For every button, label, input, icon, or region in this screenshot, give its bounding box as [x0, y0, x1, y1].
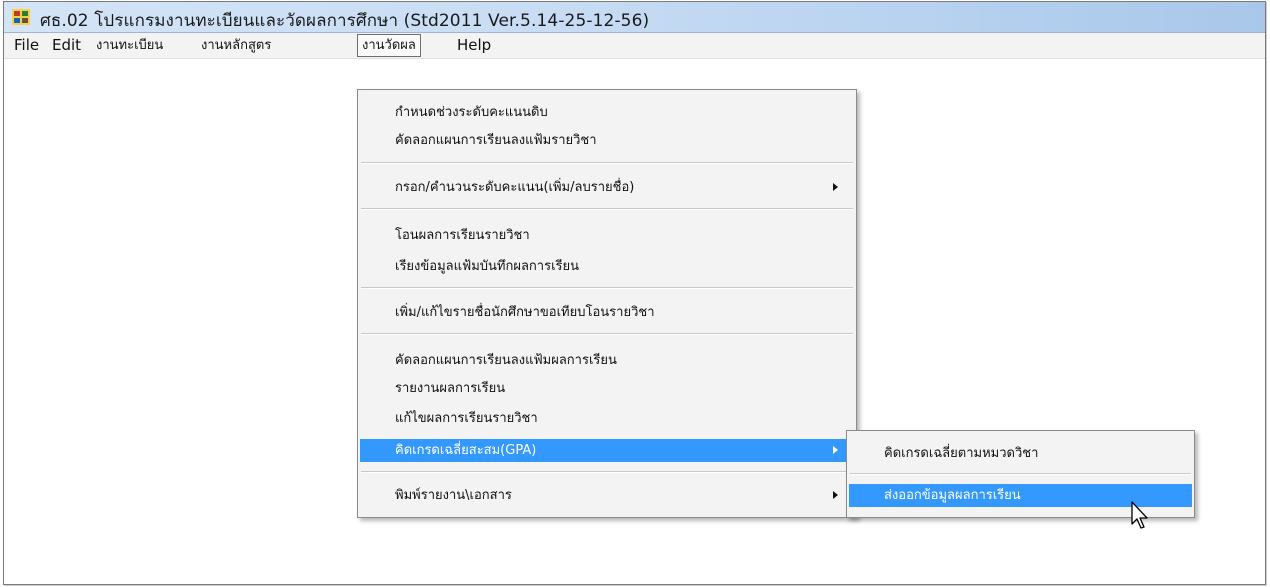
menu-separator [361, 333, 853, 335]
menu-item-transfer-results[interactable]: โอนผลการเรียนรายวิชา [360, 224, 854, 247]
menu-item-label: รายงานผลการเรียน [395, 381, 506, 396]
menu-item-copy-plan-to-subject-file[interactable]: คัดลอกแผนการเรียนลงแฟ้มรายวิชา [360, 129, 854, 152]
submenu-arrow-icon [833, 446, 838, 454]
menu-separator [361, 287, 853, 289]
menu-registration[interactable]: งานทะเบียน [92, 35, 167, 56]
menu-edit[interactable]: Edit [48, 35, 85, 56]
menu-bar: File Edit งานทะเบียน งานหลักสูตร งานวัดผ… [4, 33, 1265, 59]
menu-item-label: เพิ่ม/แก้ไขรายชื่อนักศึกษาขอเทียบโอนรายว… [395, 305, 655, 320]
menu-item-set-raw-score-range[interactable]: กำหนดช่วงระดับคะแนนดิบ [360, 101, 854, 124]
submenu-arrow-icon [833, 491, 838, 499]
menu-separator [361, 471, 853, 473]
menu-help[interactable]: Help [453, 35, 495, 56]
mouse-pointer-icon [1131, 501, 1148, 529]
menu-measurement[interactable]: งานวัดผล [357, 34, 421, 57]
menu-item-label: แก้ไขผลการเรียนรายวิชา [395, 411, 538, 426]
menu-item-print-reports-documents[interactable]: พิมพ์รายงาน\เอกสาร [360, 484, 854, 507]
menu-item-label: โอนผลการเรียนรายวิชา [395, 228, 530, 243]
menu-separator [850, 473, 1191, 475]
menu-item-label: กรอก/คำนวนระดับคะแนน(เพิ่ม/ลบรายชื่อ) [395, 180, 635, 195]
menu-item-label: ส่งออกข้อมูลผลการเรียน [884, 488, 1021, 503]
menu-item-label: คิดเกรดเฉลี่ยสะสม(GPA) [395, 443, 537, 458]
menu-item-edit-subject-results[interactable]: แก้ไขผลการเรียนรายวิชา [360, 407, 854, 430]
menu-item-label: กำหนดช่วงระดับคะแนนดิบ [395, 105, 548, 120]
window-title: ศธ.02 โปรแกรมงานทะเบียนและวัดผลการศึกษา … [40, 11, 650, 31]
menu-separator [361, 208, 853, 210]
menu-curriculum[interactable]: งานหลักสูตร [197, 35, 275, 56]
title-bar[interactable]: ศธ.02 โปรแกรมงานทะเบียนและวัดผลการศึกษา … [4, 2, 1265, 33]
menu-item-enter-calculate-grades[interactable]: กรอก/คำนวนระดับคะแนน(เพิ่ม/ลบรายชื่อ) [360, 176, 854, 199]
menu-item-edit-transfer-students[interactable]: เพิ่ม/แก้ไขรายชื่อนักศึกษาขอเทียบโอนรายว… [360, 301, 854, 324]
measurement-menu: กำหนดช่วงระดับคะแนนดิบ คัดลอกแผนการเรียน… [357, 89, 857, 518]
menu-item-sort-results-file[interactable]: เรียงข้อมูลแฟ้มบันทึกผลการเรียน [360, 255, 854, 278]
menu-item-label: เรียงข้อมูลแฟ้มบันทึกผลการเรียน [395, 259, 580, 274]
menu-item-label: คัดลอกแผนการเรียนลงแฟ้มผลการเรียน [395, 353, 617, 368]
submenu-arrow-icon [833, 183, 838, 191]
menu-item-calculate-gpa[interactable]: คิดเกรดเฉลี่ยสะสม(GPA) [360, 439, 854, 462]
menu-item-label: คัดลอกแผนการเรียนลงแฟ้มรายวิชา [395, 133, 597, 148]
menu-item-label: คิดเกรดเฉลี่ยตามหมวดวิชา [884, 446, 1039, 461]
menu-item-copy-plan-to-results-file[interactable]: คัดลอกแผนการเรียนลงแฟ้มผลการเรียน [360, 349, 854, 372]
menu-item-gpa-by-category[interactable]: คิดเกรดเฉลี่ยตามหมวดวิชา [849, 442, 1192, 465]
menu-item-label: พิมพ์รายงาน\เอกสาร [395, 488, 512, 503]
app-icon [12, 9, 30, 25]
menu-file[interactable]: File [10, 35, 43, 56]
menu-item-results-report[interactable]: รายงานผลการเรียน [360, 377, 854, 400]
menu-separator [361, 162, 853, 164]
